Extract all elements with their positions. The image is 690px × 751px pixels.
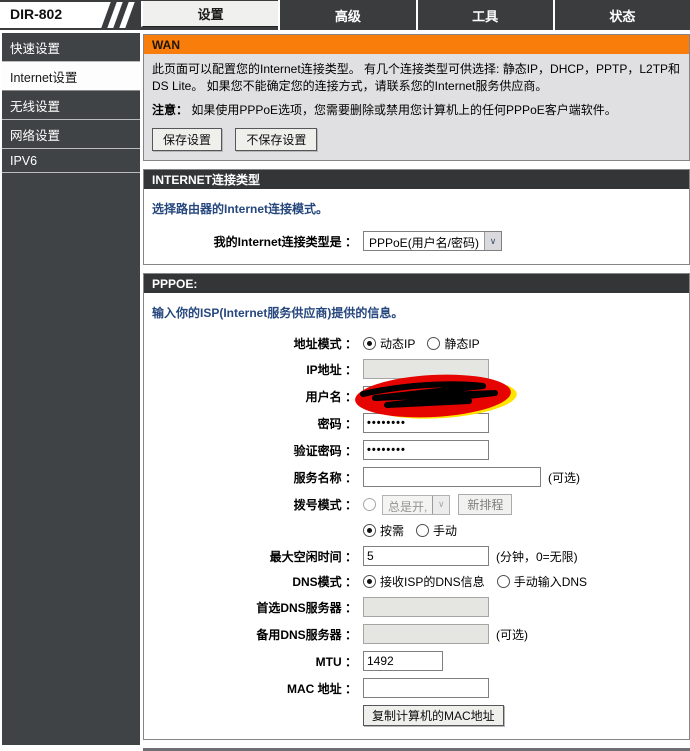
verify-password-label: 验证密码 ： [293,443,357,458]
address-mode-row: 地址模式 ： 动态IP 静态IP [152,335,681,352]
tab-tools[interactable]: 工具 [415,0,553,30]
primary-dns-row: 首选DNS服务器 ： [152,597,681,618]
chevron-down-icon: ∨ [432,495,450,514]
chevron-down-icon: ∨ [484,232,502,251]
wan-panel-title: WAN [144,35,689,54]
address-mode-label: 地址模式 ： [293,337,357,352]
clone-mac-row: 复制计算机的MAC地址 [152,705,681,727]
password-input[interactable] [363,413,489,434]
mac-address-row: MAC 地址 ： [152,678,681,699]
dial-mode-label: 拨号模式 ： [293,498,357,513]
mac-address-label: MAC 地址 ： [287,681,357,696]
wan-note: 注意： 如果使用PPPoE选项，您需要删除或禁用您计算机上的任何PPPoE客户端… [152,102,681,119]
wan-description: 此页面可以配置您的Internet连接类型。 有几个连接类型可供选择: 静态IP… [152,62,681,94]
tab-advanced[interactable]: 高级 [278,0,415,30]
schedule-selected-value: 总是开, [388,499,428,514]
sidebar-item-wireless-settings[interactable]: 无线设置 [2,91,140,120]
service-name-optional: (可选) [548,470,580,485]
verify-password-row: 验证密码 ： [152,440,681,461]
verify-password-input[interactable] [363,440,489,461]
dns-from-isp-radio-label: 接收ISP的DNS信息 [380,575,485,590]
pppoe-panel: PPPOE: 输入你的ISP(Internet服务供应商)提供的信息。 地址模式… [143,273,690,741]
dial-mode-options-row: 按需 手动 [152,522,681,539]
dial-mode-row: 拨号模式 ： 总是开, ∨ 新排程 [152,494,681,516]
brand-name: DIR-802 [10,6,63,22]
tab-status[interactable]: 状态 [552,0,690,30]
save-settings-button[interactable]: 保存设置 [152,128,223,152]
primary-dns-label: 首选DNS服务器 ： [256,600,357,615]
connection-type-selected-value: PPPoE(用户名/密码) [369,236,480,251]
dns-from-isp-radio[interactable] [363,575,376,589]
dns-manual-radio[interactable] [496,575,510,589]
username-input[interactable] [363,386,489,407]
wan-panel-body: 此页面可以配置您的Internet连接类型。 有几个连接类型可供选择: 静态IP… [144,54,689,161]
primary-dns-input[interactable] [363,597,489,618]
nav-tabs: 设置 高级 工具 状态 [141,0,690,30]
clone-mac-button[interactable]: 复制计算机的MAC地址 [363,705,504,727]
dns-mode-label: DNS模式 ： [292,575,357,590]
new-schedule-button[interactable]: 新排程 [458,494,513,516]
on-demand-radio[interactable] [363,524,376,538]
service-name-row: 服务名称 ： (可选) [152,467,681,488]
dial-mode-schedule-radio[interactable] [363,498,376,512]
password-row: 密码 ： [152,413,681,434]
wan-note-label: 注意： [152,102,189,117]
max-idle-suffix: (分钟，0=无限) [496,549,578,564]
main-content: WAN 此页面可以配置您的Internet连接类型。 有几个连接类型可供选择: … [143,34,690,751]
wan-note-text: 如果使用PPPoE选项，您需要删除或禁用您计算机上的任何PPPoE客户端软件。 [191,102,617,117]
static-ip-radio[interactable] [427,337,441,351]
manual-dial-radio-label: 手动 [433,524,458,539]
connection-type-select[interactable]: PPPoE(用户名/密码) ∨ [363,231,503,252]
wan-panel: WAN 此页面可以配置您的Internet连接类型。 有几个连接类型可供选择: … [143,34,690,162]
logo-slash-icon [119,2,135,28]
internet-type-panel-title: INTERNET连接类型 [144,170,689,190]
dns-manual-radio-label: 手动输入DNS [513,575,588,590]
top-nav-bar: DIR-802 设置 高级 工具 状态 [0,0,690,30]
secondary-dns-row: 备用DNS服务器 ： (可选) [152,624,681,645]
mtu-input[interactable] [363,651,443,672]
internet-type-panel: INTERNET连接类型 选择路由器的Internet连接模式。 我的Inter… [143,169,690,266]
max-idle-input[interactable] [363,546,489,567]
sidebar-item-network-settings[interactable]: 网络设置 [2,120,140,149]
static-ip-radio-label: 静态IP [444,337,480,352]
dynamic-ip-radio[interactable] [363,337,376,351]
secondary-dns-input[interactable] [363,624,489,645]
discard-settings-button[interactable]: 不保存设置 [235,128,318,152]
brand-logo: DIR-802 [0,0,141,30]
sidebar-item-quick-setup[interactable]: 快速设置 [2,33,140,62]
username-row: 用户名 ： [152,374,681,419]
mac-address-input[interactable] [363,678,489,699]
dynamic-ip-radio-label: 动态IP [380,337,416,352]
sidebar-item-internet-settings[interactable]: Internet设置 [2,62,140,91]
secondary-dns-optional: (可选) [496,627,528,642]
service-name-input[interactable] [363,467,541,488]
internet-type-intro: 选择路由器的Internet连接模式。 [152,202,329,217]
pppoe-panel-body: 输入你的ISP(Internet服务供应商)提供的信息。 地址模式 ： 动态IP… [144,293,689,740]
tab-setup[interactable]: 设置 [141,1,279,27]
service-name-label: 服务名称 ： [293,470,357,485]
ip-address-row: IP地址 ： [152,359,681,380]
password-label: 密码 ： [317,416,357,431]
max-idle-label: 最大空闲时间 ： [269,549,357,564]
pppoe-intro: 输入你的ISP(Internet服务供应商)提供的信息。 [152,306,404,321]
manual-dial-radio[interactable] [416,524,430,538]
secondary-dns-label: 备用DNS服务器 ： [256,627,357,642]
ip-address-label: IP地址 ： [306,362,357,377]
sidebar-menu: 快速设置 Internet设置 无线设置 网络设置 IPV6 [2,33,140,745]
dns-mode-row: DNS模式 ： 接收ISP的DNS信息 手动输入DNS [152,573,681,590]
max-idle-row: 最大空闲时间 ： (分钟，0=无限) [152,546,681,567]
schedule-select[interactable]: 总是开, ∨ [382,494,451,515]
internet-type-panel-body: 选择路由器的Internet连接模式。 我的Internet连接类型是 ： PP… [144,189,689,265]
ip-address-input[interactable] [363,359,489,380]
connection-type-label: 我的Internet连接类型是 ： [213,234,357,249]
mtu-row: MTU ： [152,651,681,672]
sidebar-item-ipv6[interactable]: IPV6 [2,149,140,173]
on-demand-radio-label: 按需 [380,524,405,539]
mtu-label: MTU ： [315,654,357,669]
pppoe-panel-title: PPPOE: [144,274,689,294]
username-label: 用户名 ： [305,389,357,404]
